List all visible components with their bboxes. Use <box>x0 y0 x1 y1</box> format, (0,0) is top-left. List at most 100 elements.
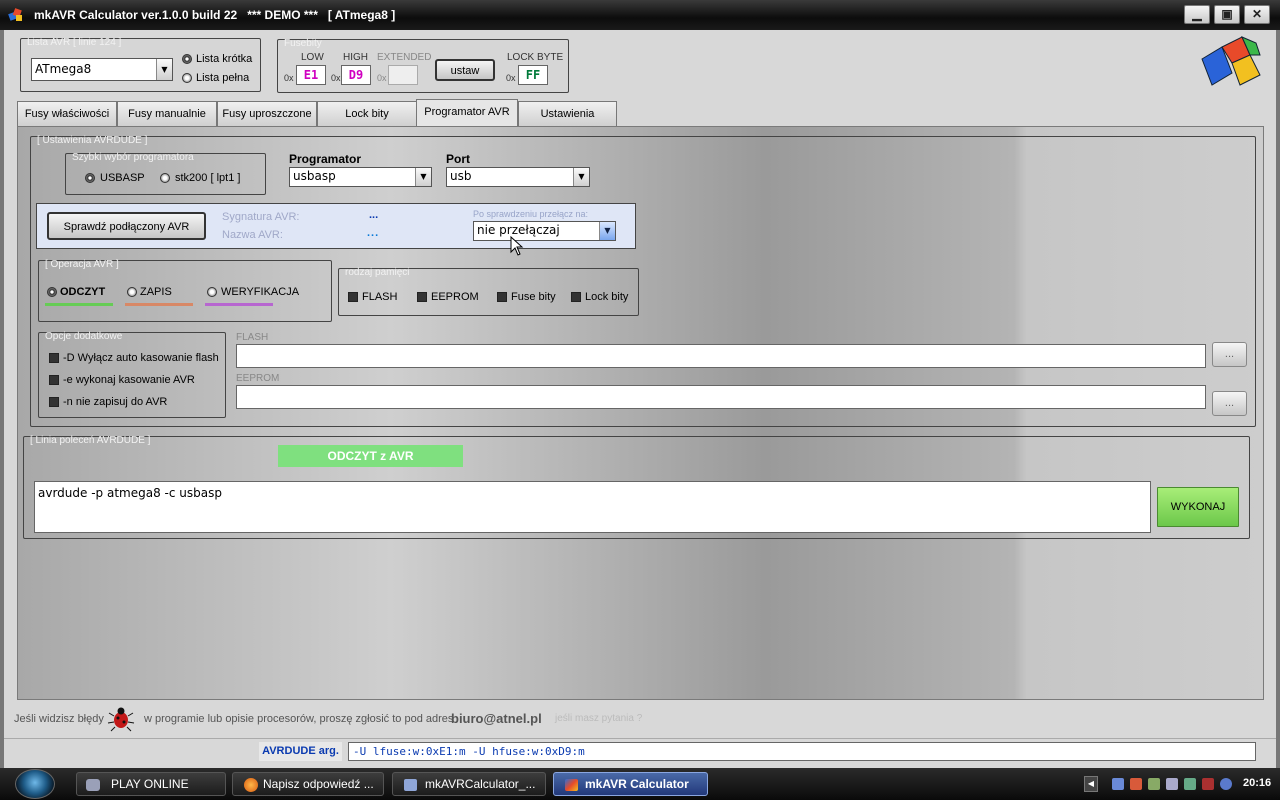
read-underline <box>45 303 113 306</box>
fuse-bits-checkbox[interactable] <box>497 292 507 302</box>
set-fuses-button[interactable]: ustaw <box>435 59 495 81</box>
switch-after-check-select[interactable]: nie przełączaj ▼ <box>473 221 616 241</box>
stk200-label[interactable]: stk200 [ lpt1 ] <box>175 172 240 184</box>
eeprom-checkbox[interactable] <box>417 292 427 302</box>
read-radio[interactable] <box>47 287 57 297</box>
mouse-cursor-icon <box>510 235 524 256</box>
run-button[interactable]: WYKONAJ <box>1157 487 1239 527</box>
chevron-down-icon[interactable]: ▼ <box>573 168 589 186</box>
flash-browse-button[interactable]: ... <box>1212 342 1247 367</box>
low-fuse-input[interactable]: E1 <box>296 65 326 85</box>
avr-name-label: Nazwa AVR: <box>222 229 283 241</box>
bug-report-text: w programie lub opisie procesorów, prosz… <box>144 713 454 725</box>
avr-select-value: ATmega8 <box>35 62 92 76</box>
bug-prefix-text: Jeśli widzisz błędy <box>14 713 104 725</box>
check-avr-box: Sprawdź podłączony AVR Sygnatura AVR: ..… <box>36 203 636 249</box>
signature-value: ... <box>369 209 379 221</box>
programmer-label: Programator <box>289 152 362 166</box>
avr-list-group-title: Lista AVR [ linie 124 ] <box>27 37 122 48</box>
avr-select[interactable]: ATmega8 ▼ <box>31 58 173 81</box>
opt-d-label[interactable]: -D Wyłącz auto kasowanie flash <box>63 352 219 364</box>
stk200-radio[interactable] <box>160 173 170 183</box>
verify-label[interactable]: WERYFIKACJA <box>221 286 299 298</box>
tab-programmer-avr[interactable]: Programator AVR <box>416 99 518 128</box>
tray-chevron-icon[interactable]: ◀ <box>1084 776 1098 792</box>
opt-n-checkbox[interactable] <box>49 397 59 407</box>
eeprom-file-input[interactable] <box>236 385 1206 409</box>
flash-checkbox[interactable] <box>348 292 358 302</box>
write-underline <box>125 303 193 306</box>
tab-lock-bits[interactable]: Lock bity <box>317 101 417 127</box>
programmer-value: usbasp <box>293 169 336 183</box>
fuse-bits-checkbox-label[interactable]: Fuse bity <box>511 291 556 303</box>
contact-email-link[interactable]: biuro@atnel.pl <box>451 711 542 726</box>
extended-fuse-input[interactable] <box>388 65 418 85</box>
write-label[interactable]: ZAPIS <box>140 286 172 298</box>
close-button[interactable]: ✕ <box>1244 5 1270 24</box>
args-label: AVRDUDE arg. <box>259 742 342 761</box>
tray-app-icon-3[interactable] <box>1184 778 1196 790</box>
flash-checkbox-label[interactable]: FLASH <box>362 291 397 303</box>
full-list-label[interactable]: Lista pełna <box>196 72 249 84</box>
opt-n-label[interactable]: -n nie zapisuj do AVR <box>63 396 167 408</box>
args-field[interactable]: -U lfuse:w:0xE1:m -U hfuse:w:0xD9:m <box>348 742 1256 761</box>
chevron-down-icon[interactable]: ▼ <box>599 222 615 240</box>
verify-radio[interactable] <box>207 287 217 297</box>
usbasp-label[interactable]: USBASP <box>100 172 145 184</box>
short-list-radio[interactable] <box>182 54 192 64</box>
lock-byte-input[interactable]: FF <box>518 65 548 85</box>
tray-app-icon-5[interactable] <box>1220 778 1232 790</box>
write-radio[interactable] <box>127 287 137 297</box>
maximize-button[interactable]: ▣ <box>1214 5 1240 24</box>
command-line-title: [ Linia poleceń AVRDUDE ] <box>30 435 151 446</box>
start-button[interactable] <box>15 769 55 799</box>
tab-fuse-properties[interactable]: Fusy właściwości <box>17 101 117 127</box>
tab-fuse-simplified[interactable]: Fusy uproszczone <box>217 101 317 127</box>
options-group-title: Opcje dodatkowe <box>45 331 123 342</box>
volume-icon[interactable] <box>1130 778 1142 790</box>
read-label[interactable]: ODCZYT <box>60 286 105 298</box>
extended-prefix: 0x <box>377 73 387 83</box>
mkavr-taskbar-icon <box>565 779 578 791</box>
taskbar: PLAY ONLINE Napisz odpowiedź ... mkAVRCa… <box>0 768 1280 800</box>
high-fuse-input[interactable]: D9 <box>341 65 371 85</box>
eeprom-checkbox-label[interactable]: EEPROM <box>431 291 479 303</box>
usbasp-radio[interactable] <box>85 173 95 183</box>
quick-programmer-group: Szybki wybór programatora USBASP stk200 … <box>65 152 266 195</box>
tab-settings[interactable]: Ustawienia <box>518 101 617 127</box>
question-link[interactable]: jeśli masz pytania ? <box>555 713 642 724</box>
short-list-label[interactable]: Lista krótka <box>196 53 252 65</box>
clock[interactable]: 20:16 <box>1243 777 1271 789</box>
port-select[interactable]: usb ▼ <box>446 167 590 187</box>
flash-file-input[interactable] <box>236 344 1206 368</box>
eeprom-browse-button[interactable]: ... <box>1212 391 1247 416</box>
memory-type-title: rodzaj pamięci <box>345 267 410 278</box>
full-list-radio[interactable] <box>182 73 192 83</box>
switch-after-check-value: nie przełączaj <box>477 223 560 237</box>
app-logo <box>1198 33 1266 97</box>
programmer-select[interactable]: usbasp ▼ <box>289 167 432 187</box>
network-icon[interactable] <box>1112 778 1124 790</box>
opt-d-checkbox[interactable] <box>49 353 59 363</box>
eeprom-file-label: EEPROM <box>236 373 280 384</box>
title-bar[interactable]: mkAVR Calculator ver.1.0.0 build 22 *** … <box>0 0 1280 30</box>
port-label: Port <box>446 152 470 166</box>
tray-app-icon-1[interactable] <box>1148 778 1160 790</box>
tray-app-icon-2[interactable] <box>1166 778 1178 790</box>
lock-bits-checkbox[interactable] <box>571 292 581 302</box>
opt-e-label[interactable]: -e wykonaj kasowanie AVR <box>63 374 195 386</box>
tray-app-icon-4[interactable] <box>1202 778 1214 790</box>
high-prefix: 0x <box>331 73 341 83</box>
chevron-down-icon[interactable]: ▼ <box>415 168 431 186</box>
command-text-area[interactable]: avrdude -p atmega8 -c usbasp <box>34 481 1151 533</box>
check-avr-button[interactable]: Sprawdź podłączony AVR <box>47 212 206 240</box>
opt-e-checkbox[interactable] <box>49 375 59 385</box>
lock-bits-checkbox-label[interactable]: Lock bity <box>585 291 628 303</box>
minimize-button[interactable]: ▁ <box>1184 5 1210 24</box>
play-online-icon <box>86 779 100 791</box>
avr-list-group: Lista AVR [ linie 124 ] ATmega8 ▼ Lista … <box>20 37 261 92</box>
tab-fuse-manual[interactable]: Fusy manualnie <box>117 101 217 127</box>
chevron-down-icon[interactable]: ▼ <box>156 59 172 80</box>
window-title: mkAVR Calculator ver.1.0.0 build 22 *** … <box>34 8 396 22</box>
firefox-icon <box>244 778 258 792</box>
